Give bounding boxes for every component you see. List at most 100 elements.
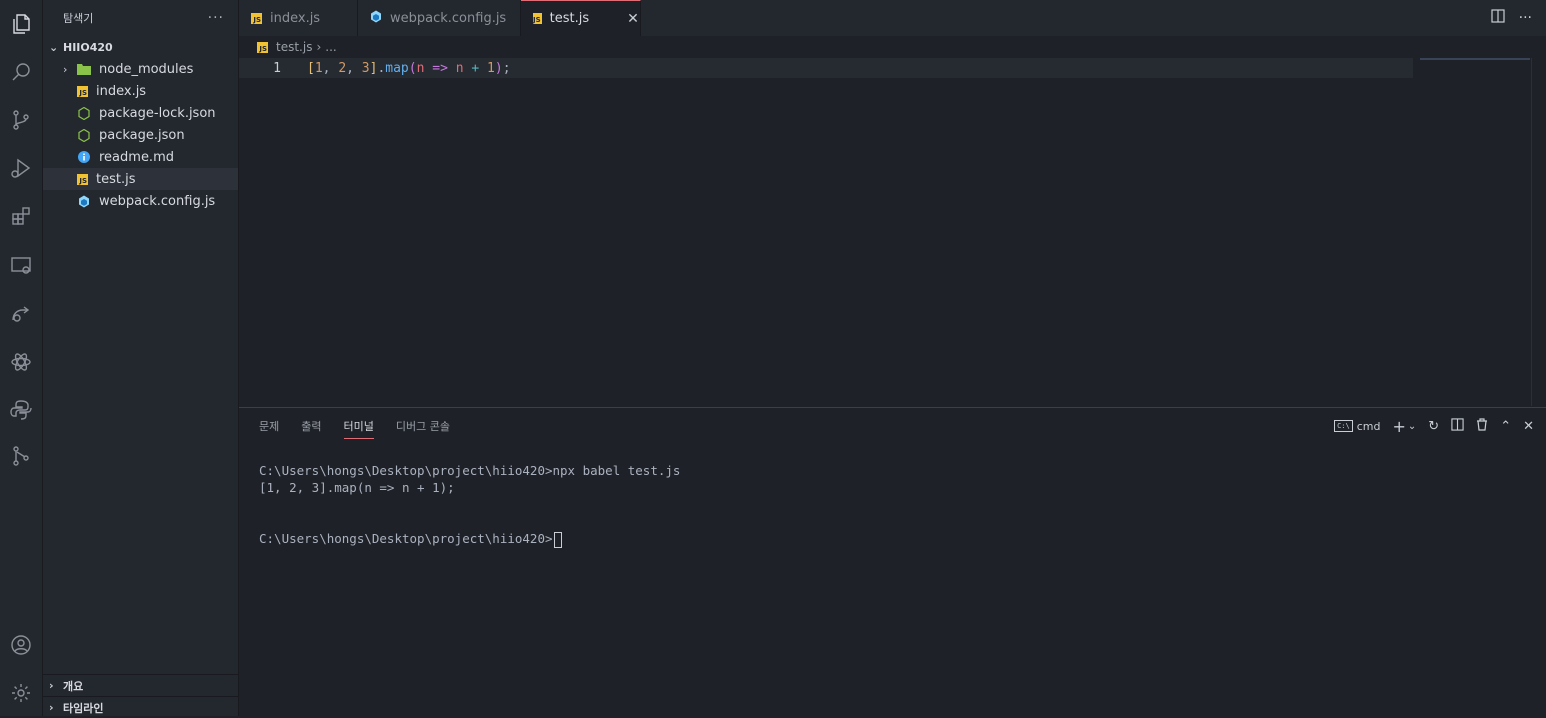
gear-icon[interactable] [0, 673, 42, 713]
token: 2 [338, 60, 347, 76]
search-icon[interactable] [0, 52, 42, 92]
code-line: 1 [1, 2, 3].map(n => n + 1); [239, 58, 1413, 78]
bottom-panel: 문제 출력 터미널 디버그 콘솔 C:\ cmd + ⌄ ↻ ⌃ ✕ C:\Us… [239, 407, 1546, 717]
token: ( [408, 60, 417, 76]
tab-terminal[interactable]: 터미널 [343, 418, 374, 439]
source-control-icon[interactable] [0, 100, 42, 140]
terminal-output[interactable]: C:\Users\hongs\Desktop\project\hiio420>n… [259, 462, 680, 548]
tab-label: webpack.config.js [390, 10, 507, 26]
tree-item-test-js[interactable]: JS test.js [43, 168, 238, 190]
js-icon: JS [251, 12, 262, 24]
js-icon: JS [77, 173, 88, 185]
token: 3 [361, 60, 370, 76]
token: , [346, 60, 362, 76]
account-icon[interactable] [0, 625, 42, 665]
tab-debug-console[interactable]: 디버그 콘솔 [396, 418, 450, 434]
more-actions-icon[interactable]: ··· [208, 10, 224, 26]
split-terminal-icon[interactable] [1451, 417, 1464, 435]
terminal-line: C:\Users\hongs\Desktop\project\hiio420>n… [259, 463, 681, 478]
split-editor-icon[interactable] [1491, 9, 1505, 27]
explorer-icon[interactable] [0, 4, 42, 44]
tree-item-label: readme.md [99, 149, 174, 165]
code-text: [1, 2, 3].map(n => n + 1); [307, 61, 511, 76]
breadcrumb-file[interactable]: test.js [276, 40, 312, 54]
nodejs-icon [77, 128, 91, 142]
activity-bar [0, 0, 43, 716]
tree-item-label: node_modules [99, 61, 194, 77]
panel-actions: C:\ cmd + ⌄ ↻ ⌃ ✕ [1334, 408, 1534, 444]
token: n [455, 60, 464, 76]
token: + [463, 60, 488, 76]
chevron-right-icon: › [63, 62, 68, 76]
folder-icon [77, 62, 91, 76]
webpack-icon [370, 10, 382, 27]
scrollbar[interactable] [1531, 58, 1532, 406]
tree-item-package-lock[interactable]: package-lock.json [43, 102, 238, 124]
minimap[interactable] [1420, 58, 1530, 60]
tab-index-js[interactable]: JS index.js [239, 0, 358, 36]
token: , [322, 60, 339, 76]
outline-section[interactable]: › 개요 [43, 674, 238, 696]
python-icon[interactable] [0, 390, 42, 430]
live-share-icon[interactable] [0, 294, 42, 334]
terminal-icon: C:\ [1334, 420, 1353, 432]
shell-label: cmd [1356, 419, 1381, 433]
tree-item-label: index.js [96, 83, 147, 99]
more-actions-icon[interactable]: ··· [1519, 10, 1532, 26]
close-icon[interactable]: ✕ [627, 11, 639, 27]
extensions-icon[interactable] [0, 196, 42, 236]
tree-item-webpack-config[interactable]: webpack.config.js [43, 190, 238, 212]
add-terminal-icon[interactable]: + [1392, 417, 1405, 436]
tab-label: index.js [270, 10, 321, 26]
nodejs-icon [77, 106, 91, 120]
tab-webpack-config[interactable]: webpack.config.js [358, 0, 521, 36]
breadcrumb-symbol[interactable]: ... [325, 40, 336, 54]
js-icon: JS [77, 85, 88, 97]
js-icon: JS [533, 13, 542, 24]
tab-output[interactable]: 출력 [301, 418, 321, 434]
chevron-right-icon: › [49, 679, 54, 692]
tree-item-readme[interactable]: readme.md [43, 146, 238, 168]
remote-explorer-icon[interactable] [0, 246, 42, 286]
tree-item-package-json[interactable]: package.json [43, 124, 238, 146]
tree-item-index-js[interactable]: JS index.js [43, 80, 238, 102]
react-icon[interactable] [0, 342, 42, 382]
explorer-header: 탐색기 ··· [43, 0, 238, 36]
explorer-sidebar: 탐색기 ··· ⌄ HIIO420 › node_modules JS inde… [43, 0, 239, 716]
chevron-down-icon[interactable]: ⌄ [1408, 421, 1416, 432]
js-icon: JS [257, 41, 268, 53]
tree-item-label: test.js [96, 171, 136, 187]
tab-problems[interactable]: 문제 [259, 418, 279, 434]
shell-selector[interactable]: C:\ cmd [1334, 420, 1380, 433]
maximize-panel-icon[interactable]: ⌃ [1500, 419, 1511, 434]
tree-item-node-modules[interactable]: › node_modules [43, 58, 238, 80]
chevron-right-icon: › [49, 701, 54, 714]
refresh-icon[interactable]: ↻ [1428, 419, 1439, 434]
line-number: 1 [273, 60, 281, 76]
token: ) [494, 60, 503, 76]
token: ; [502, 60, 511, 76]
close-panel-icon[interactable]: ✕ [1523, 419, 1534, 434]
token: 1 [314, 60, 323, 76]
webpack-icon [77, 194, 91, 208]
outline-label: 개요 [63, 679, 84, 693]
timeline-section[interactable]: › 타임라인 [43, 696, 238, 718]
terminal-prompt: C:\Users\hongs\Desktop\project\hiio420> [259, 530, 680, 548]
git-graph-icon[interactable] [0, 436, 42, 476]
panel-tabs: 문제 출력 터미널 디버그 콘솔 [259, 408, 450, 444]
tab-label: test.js [549, 11, 590, 26]
code-editor[interactable]: 1 [1, 2, 3].map(n => n + 1); [239, 58, 1546, 406]
tab-test-js[interactable]: JS test.js ✕ [521, 0, 641, 36]
editor-tabs: JS index.js webpack.config.js JS test.js… [239, 0, 1546, 36]
project-folder-header[interactable]: ⌄ HIIO420 [43, 36, 238, 58]
run-debug-icon[interactable] [0, 148, 42, 188]
token: => [424, 60, 456, 76]
tree-item-label: package.json [99, 127, 185, 143]
chevron-right-icon: › [316, 40, 322, 54]
trash-icon[interactable] [1476, 417, 1488, 435]
info-icon [77, 150, 91, 164]
tree-item-label: webpack.config.js [99, 193, 216, 209]
editor-actions: ··· [1491, 0, 1532, 36]
